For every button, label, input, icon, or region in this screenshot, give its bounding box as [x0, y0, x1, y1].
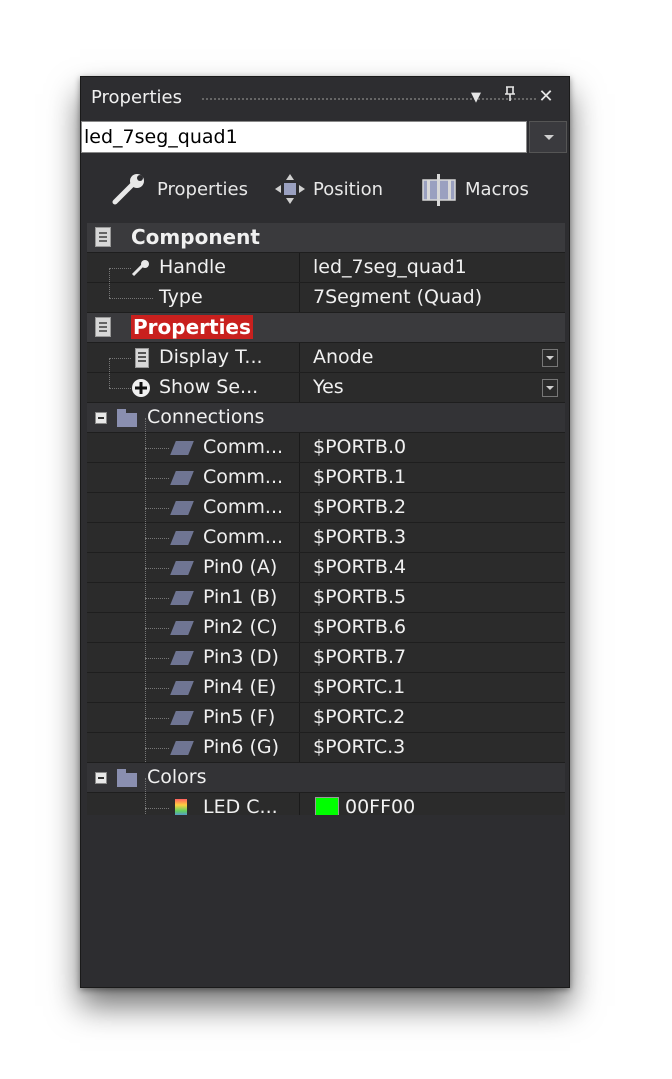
property-value[interactable]: Yes [313, 373, 344, 402]
tab-position-label: Position [313, 178, 384, 200]
category-properties[interactable]: Properties [87, 313, 565, 343]
panel-title: Properties [91, 87, 182, 108]
properties-panel: Properties ▼ ✕ led_7seg_quad1 Properties [80, 76, 570, 988]
pin-icon [170, 711, 194, 725]
connection-row[interactable]: Comm... $PORTB.1 [87, 448, 565, 493]
pin-icon [170, 471, 194, 485]
property-value[interactable]: $PORTB.3 [313, 523, 406, 552]
pin-icon [170, 651, 194, 665]
plus-circle-icon [132, 379, 150, 397]
property-name: Pin3 (D) [203, 646, 279, 668]
triangle-down-icon[interactable]: ▼ [465, 85, 487, 109]
property-value[interactable]: 7Segment (Quad) [313, 283, 482, 312]
pin-icon [170, 741, 194, 755]
property-name: Comm... [203, 526, 284, 548]
pin-icon [170, 561, 194, 575]
group-connections-label: Connections [147, 406, 265, 428]
category-properties-label: Properties [131, 315, 253, 339]
property-value[interactable]: $PORTC.1 [313, 673, 405, 702]
chevron-down-icon[interactable] [542, 379, 558, 397]
property-name: Pin5 (F) [203, 706, 276, 728]
collapse-icon[interactable] [95, 772, 107, 784]
property-row[interactable]: Display T... Anode [87, 343, 565, 373]
category-component[interactable]: Component [87, 223, 565, 253]
property-value[interactable]: $PORTB.0 [313, 433, 406, 462]
category-component-label: Component [131, 225, 260, 249]
list-icon [135, 348, 149, 368]
group-connections[interactable]: Connections [87, 403, 565, 433]
property-name: Comm... [203, 436, 284, 458]
connection-row[interactable]: Pin5 (F) $PORTC.2 [87, 688, 565, 733]
property-value[interactable]: $PORTC.3 [313, 733, 405, 762]
tab-position[interactable]: Position [273, 159, 383, 219]
connection-row[interactable]: Pin6 (G) $PORTC.3 [87, 718, 565, 763]
property-value[interactable]: $PORTB.5 [313, 583, 406, 612]
property-value[interactable]: Anode [313, 343, 373, 372]
connection-row[interactable]: Pin0 (A) $PORTB.4 [87, 538, 565, 583]
move-arrows-icon [275, 174, 305, 204]
property-value[interactable]: $PORTB.2 [313, 493, 406, 522]
chevron-down-icon [544, 135, 554, 140]
chevron-down-icon[interactable] [542, 349, 558, 367]
group-colors-label: Colors [147, 766, 207, 788]
connection-row[interactable]: Pin4 (E) $PORTC.1 [87, 658, 565, 703]
property-value[interactable]: $PORTC.2 [313, 703, 405, 732]
folder-icon [117, 769, 137, 787]
pin-icon[interactable] [499, 85, 521, 109]
property-value[interactable]: $PORTB.6 [313, 613, 406, 642]
wrench-icon [131, 260, 149, 277]
macro-icon [422, 174, 456, 206]
panel-titlebar: Properties ▼ ✕ [81, 77, 569, 119]
property-name: Comm... [203, 466, 284, 488]
connection-row[interactable]: Comm... $PORTB.2 [87, 478, 565, 523]
property-value[interactable]: led_7seg_quad1 [313, 253, 467, 282]
property-name: Show Se... [159, 376, 259, 398]
close-icon[interactable]: ✕ [535, 85, 557, 109]
property-row[interactable]: Type 7Segment (Quad) [87, 268, 565, 313]
tab-bar: Properties Position Macros [81, 159, 569, 219]
pin-icon [170, 621, 194, 635]
property-name: Type [159, 286, 203, 308]
wrench-icon [112, 174, 144, 205]
collapse-icon[interactable] [95, 412, 107, 424]
tab-properties[interactable]: Properties [111, 159, 248, 219]
property-name: Pin4 (E) [203, 676, 277, 698]
pin-icon [170, 501, 194, 515]
connection-row[interactable]: Pin3 (D) $PORTB.7 [87, 628, 565, 673]
tab-properties-label: Properties [157, 178, 248, 200]
property-name: Display T... [159, 346, 263, 368]
property-name: Pin1 (B) [203, 586, 278, 608]
connection-row[interactable]: Pin2 (C) $PORTB.6 [87, 598, 565, 643]
pin-icon [170, 681, 194, 695]
property-grid: Component Handle led_7seg_quad1 Type 7Se… [87, 223, 565, 883]
property-name: Handle [159, 256, 227, 278]
component-selector[interactable]: led_7seg_quad1 [81, 119, 569, 155]
property-value[interactable]: $PORTB.7 [313, 643, 406, 672]
tab-macros[interactable]: Macros [419, 159, 529, 219]
property-name: Comm... [203, 496, 284, 518]
grid-empty-area [87, 815, 565, 983]
component-selector-dropdown[interactable] [529, 121, 567, 153]
property-name: Pin0 (A) [203, 556, 278, 578]
connection-row[interactable]: Comm... $PORTB.3 [87, 508, 565, 553]
component-selector-field[interactable]: led_7seg_quad1 [81, 121, 527, 153]
folder-icon [117, 409, 137, 427]
property-value[interactable]: $PORTB.1 [313, 463, 406, 492]
property-row[interactable]: Handle led_7seg_quad1 [87, 253, 565, 283]
pin-icon [170, 441, 194, 455]
property-name: Pin2 (C) [203, 616, 278, 638]
tab-macros-label: Macros [465, 178, 529, 200]
pin-icon [170, 531, 194, 545]
connection-row[interactable]: Comm... $PORTB.0 [87, 418, 565, 463]
connection-row[interactable]: Pin1 (B) $PORTB.5 [87, 568, 565, 613]
pin-icon [170, 591, 194, 605]
group-colors[interactable]: Colors [87, 763, 565, 793]
document-icon [95, 227, 111, 247]
property-value[interactable]: $PORTB.4 [313, 553, 406, 582]
document-icon [95, 317, 111, 337]
property-name: Pin6 (G) [203, 736, 280, 758]
property-row[interactable]: Show Se... Yes [87, 358, 565, 403]
